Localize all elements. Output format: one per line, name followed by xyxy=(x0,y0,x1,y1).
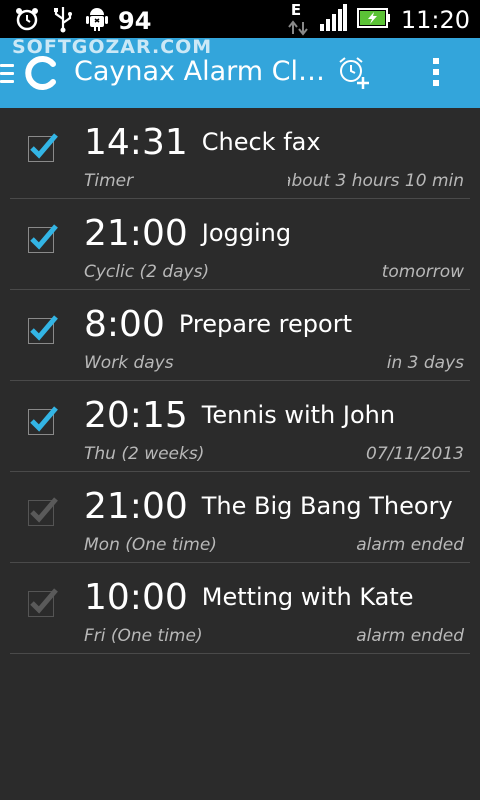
checkmark-icon xyxy=(30,133,58,159)
alarm-enabled-checkbox[interactable] xyxy=(28,588,58,617)
alarm-time: 10:00 xyxy=(84,577,188,618)
alarm-row[interactable]: 10:00 Metting with Kate Fri (One time) al… xyxy=(0,563,480,654)
alarm-time-line: 20:15 Tennis with John xyxy=(84,395,395,436)
alarm-repeat-type: Timer xyxy=(84,171,134,191)
alarm-next-text: in 3 days xyxy=(386,353,464,373)
overflow-menu-icon[interactable] xyxy=(426,58,446,91)
alarm-enabled-checkbox[interactable] xyxy=(28,406,58,435)
alarm-next-time: about 3 hours 10 min xyxy=(288,171,464,191)
alarm-repeat-type: Cyclic (2 days) xyxy=(84,262,210,282)
alarm-repeat-type: Thu (2 weeks) xyxy=(84,444,205,464)
alarm-next-text: alarm ended xyxy=(356,535,464,555)
alarm-next-time: 07/11/2013 xyxy=(366,444,464,464)
alarm-enabled-checkbox[interactable] xyxy=(28,497,58,526)
alarm-enabled-checkbox[interactable] xyxy=(28,133,58,162)
alarm-label: The Big Bang Theory xyxy=(201,492,453,520)
alarm-label: Tennis with John xyxy=(201,401,396,429)
alarm-time: 21:00 xyxy=(84,486,188,527)
alarm-repeat-type: Work days xyxy=(84,353,174,373)
alarm-time-line: 8:00 Prepare report xyxy=(84,304,352,345)
status-bar: 94 E 11:20 xyxy=(0,0,480,38)
alarm-time: 14:31 xyxy=(84,122,188,163)
alarm-label: Check fax xyxy=(201,128,321,156)
app-title: Caynax Alarm Cl… xyxy=(74,56,325,87)
checkmark-icon xyxy=(30,406,58,432)
checkmark-icon xyxy=(30,315,58,341)
checkmark-icon xyxy=(30,588,58,614)
watermark: SOFTGOZAR.COM xyxy=(12,36,213,58)
clock-time: 11:20 xyxy=(400,6,470,34)
android-debug-icon xyxy=(86,5,108,37)
alarm-label: Prepare report xyxy=(178,310,352,338)
data-arrows-icon: E xyxy=(287,1,309,36)
alarm-enabled-checkbox[interactable] xyxy=(28,224,58,253)
alarm-time-line: 21:00 Jogging xyxy=(84,213,291,254)
app-logo-icon[interactable] xyxy=(22,53,62,97)
alarm-next-text: 07/11/2013 xyxy=(366,444,464,464)
alarm-label: Metting with Kate xyxy=(201,583,414,611)
usb-icon xyxy=(52,5,74,37)
checkmark-icon xyxy=(30,224,58,250)
alarm-next-text: tomorrow xyxy=(381,262,464,282)
alarm-next-time: alarm ended xyxy=(356,626,464,646)
signal-icon xyxy=(319,4,347,36)
alarm-next-time: in 3 days xyxy=(387,353,464,373)
network-type-text: E xyxy=(290,1,302,19)
alarm-label: Jogging xyxy=(201,219,292,247)
alarm-next-text: about 3 hours 10 min xyxy=(288,171,464,191)
alarm-next-text: alarm ended xyxy=(356,626,464,646)
alarm-row[interactable]: 20:15 Tennis with John Thu (2 weeks) 07/1… xyxy=(0,381,480,472)
alarm-repeat-type: Fri (One time) xyxy=(84,626,203,646)
battery-level-text: 94 xyxy=(118,7,152,35)
alarm-next-time: alarm ended xyxy=(356,535,464,555)
alarm-next-time: tomorrow xyxy=(382,262,464,282)
alarm-row[interactable]: 21:00 The Big Bang Theory Mon (One time) … xyxy=(0,472,480,563)
alarm-repeat-type: Mon (One time) xyxy=(84,535,217,555)
alarm-enabled-checkbox[interactable] xyxy=(28,315,58,344)
alarm-time: 20:15 xyxy=(84,395,188,436)
alarm-row[interactable]: 14:31 Check fax Timer about 3 hours 10 mi… xyxy=(0,108,480,199)
alarm-row[interactable]: 21:00 Jogging Cyclic (2 days) tomorrow xyxy=(0,199,480,290)
alarm-clock-icon xyxy=(14,6,40,36)
battery-charging-icon xyxy=(356,8,391,32)
alarm-row[interactable]: 8:00 Prepare report Work days in 3 days xyxy=(0,290,480,381)
alarm-time-line: 21:00 The Big Bang Theory xyxy=(84,486,453,527)
checkmark-icon xyxy=(30,497,58,523)
alarm-time: 21:00 xyxy=(84,213,188,254)
alarm-time-line: 14:31 Check fax xyxy=(84,122,321,163)
alarm-time: 8:00 xyxy=(84,304,165,345)
add-alarm-icon[interactable] xyxy=(336,55,372,95)
alarm-time-line: 10:00 Metting with Kate xyxy=(84,577,414,618)
alarm-list: 14:31 Check fax Timer about 3 hours 10 mi… xyxy=(0,108,480,654)
drawer-menu-icon[interactable] xyxy=(0,64,14,88)
